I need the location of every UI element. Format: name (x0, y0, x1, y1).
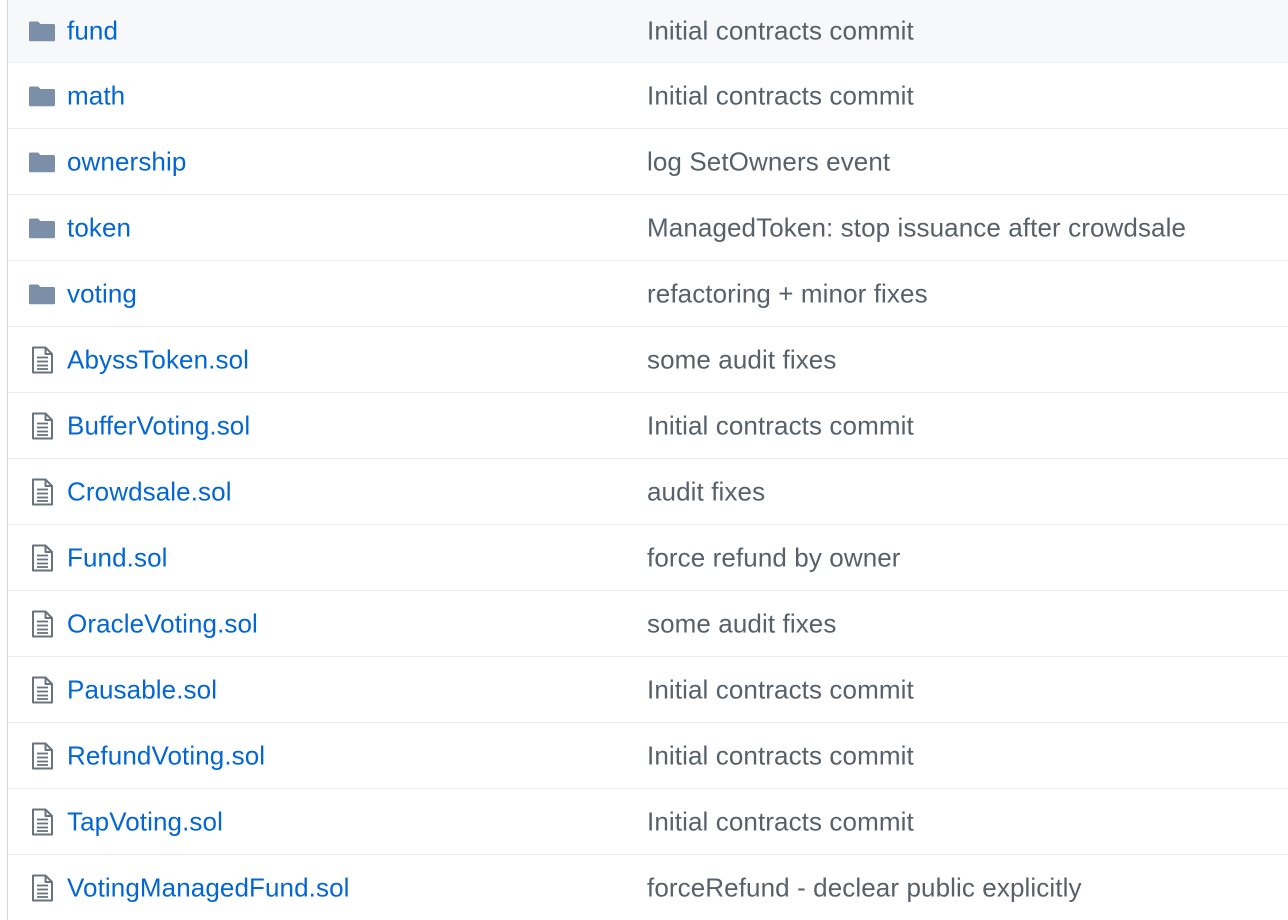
file-name-link[interactable]: Fund.sol (67, 542, 168, 573)
file-row: fund Initial contracts commit (8, 0, 1288, 63)
file-row: math Initial contracts commit (8, 63, 1288, 129)
folder-icon (28, 214, 56, 242)
file-name-link[interactable]: VotingManagedFund.sol (67, 872, 350, 903)
commit-message[interactable]: Initial contracts commit (647, 674, 914, 705)
folder-icon (28, 280, 56, 308)
commit-message[interactable]: some audit fixes (647, 344, 836, 375)
file-row: TapVoting.sol Initial contracts commit (8, 789, 1288, 855)
file-row: OracleVoting.sol some audit fixes (8, 591, 1288, 657)
commit-message[interactable]: refactoring + minor fixes (647, 278, 928, 309)
file-name-link[interactable]: TapVoting.sol (67, 806, 223, 837)
file-row: Fund.sol force refund by owner (8, 525, 1288, 591)
commit-message[interactable]: audit fixes (647, 476, 765, 507)
file-name-link[interactable]: voting (67, 278, 137, 309)
commit-message[interactable]: log SetOwners event (647, 146, 890, 177)
file-row: RefundVoting.sol Initial contracts commi… (8, 723, 1288, 789)
file-name-link[interactable]: token (67, 212, 131, 243)
file-name-link[interactable]: Pausable.sol (67, 674, 217, 705)
file-name-link[interactable]: OracleVoting.sol (67, 608, 258, 639)
file-icon (28, 676, 56, 704)
commit-message[interactable]: Initial contracts commit (647, 806, 914, 837)
file-icon (28, 742, 56, 770)
file-name-link[interactable]: math (67, 80, 125, 111)
commit-message[interactable]: Initial contracts commit (647, 410, 914, 441)
file-row: Pausable.sol Initial contracts commit (8, 657, 1288, 723)
folder-icon (28, 82, 56, 110)
file-icon (28, 808, 56, 836)
file-name-link[interactable]: Crowdsale.sol (67, 476, 232, 507)
file-icon (28, 478, 56, 506)
file-row: Crowdsale.sol audit fixes (8, 459, 1288, 525)
commit-message[interactable]: Initial contracts commit (647, 16, 914, 47)
file-icon (28, 610, 56, 638)
file-name-link[interactable]: AbyssToken.sol (67, 344, 249, 375)
file-row: VotingManagedFund.sol forceRefund - decl… (8, 855, 1288, 920)
file-icon (28, 346, 56, 374)
file-list: fund Initial contracts commit math Initi… (7, 0, 1288, 920)
file-icon (28, 544, 56, 572)
commit-message[interactable]: ManagedToken: stop issuance after crowds… (647, 212, 1186, 243)
folder-icon (28, 148, 56, 176)
file-name-link[interactable]: fund (67, 16, 118, 47)
file-icon (28, 874, 56, 902)
folder-icon (28, 17, 56, 45)
file-row: AbyssToken.sol some audit fixes (8, 327, 1288, 393)
file-name-link[interactable]: RefundVoting.sol (67, 740, 265, 771)
file-row: token ManagedToken: stop issuance after … (8, 195, 1288, 261)
commit-message[interactable]: some audit fixes (647, 608, 836, 639)
file-row: BufferVoting.sol Initial contracts commi… (8, 393, 1288, 459)
commit-message[interactable]: Initial contracts commit (647, 80, 914, 111)
commit-message[interactable]: Initial contracts commit (647, 740, 914, 771)
file-name-link[interactable]: ownership (67, 146, 186, 177)
commit-message[interactable]: force refund by owner (647, 542, 901, 573)
file-row: ownership log SetOwners event (8, 129, 1288, 195)
commit-message[interactable]: forceRefund - declear public explicitly (647, 872, 1082, 903)
file-icon (28, 412, 56, 440)
file-name-link[interactable]: BufferVoting.sol (67, 410, 250, 441)
file-row: voting refactoring + minor fixes (8, 261, 1288, 327)
